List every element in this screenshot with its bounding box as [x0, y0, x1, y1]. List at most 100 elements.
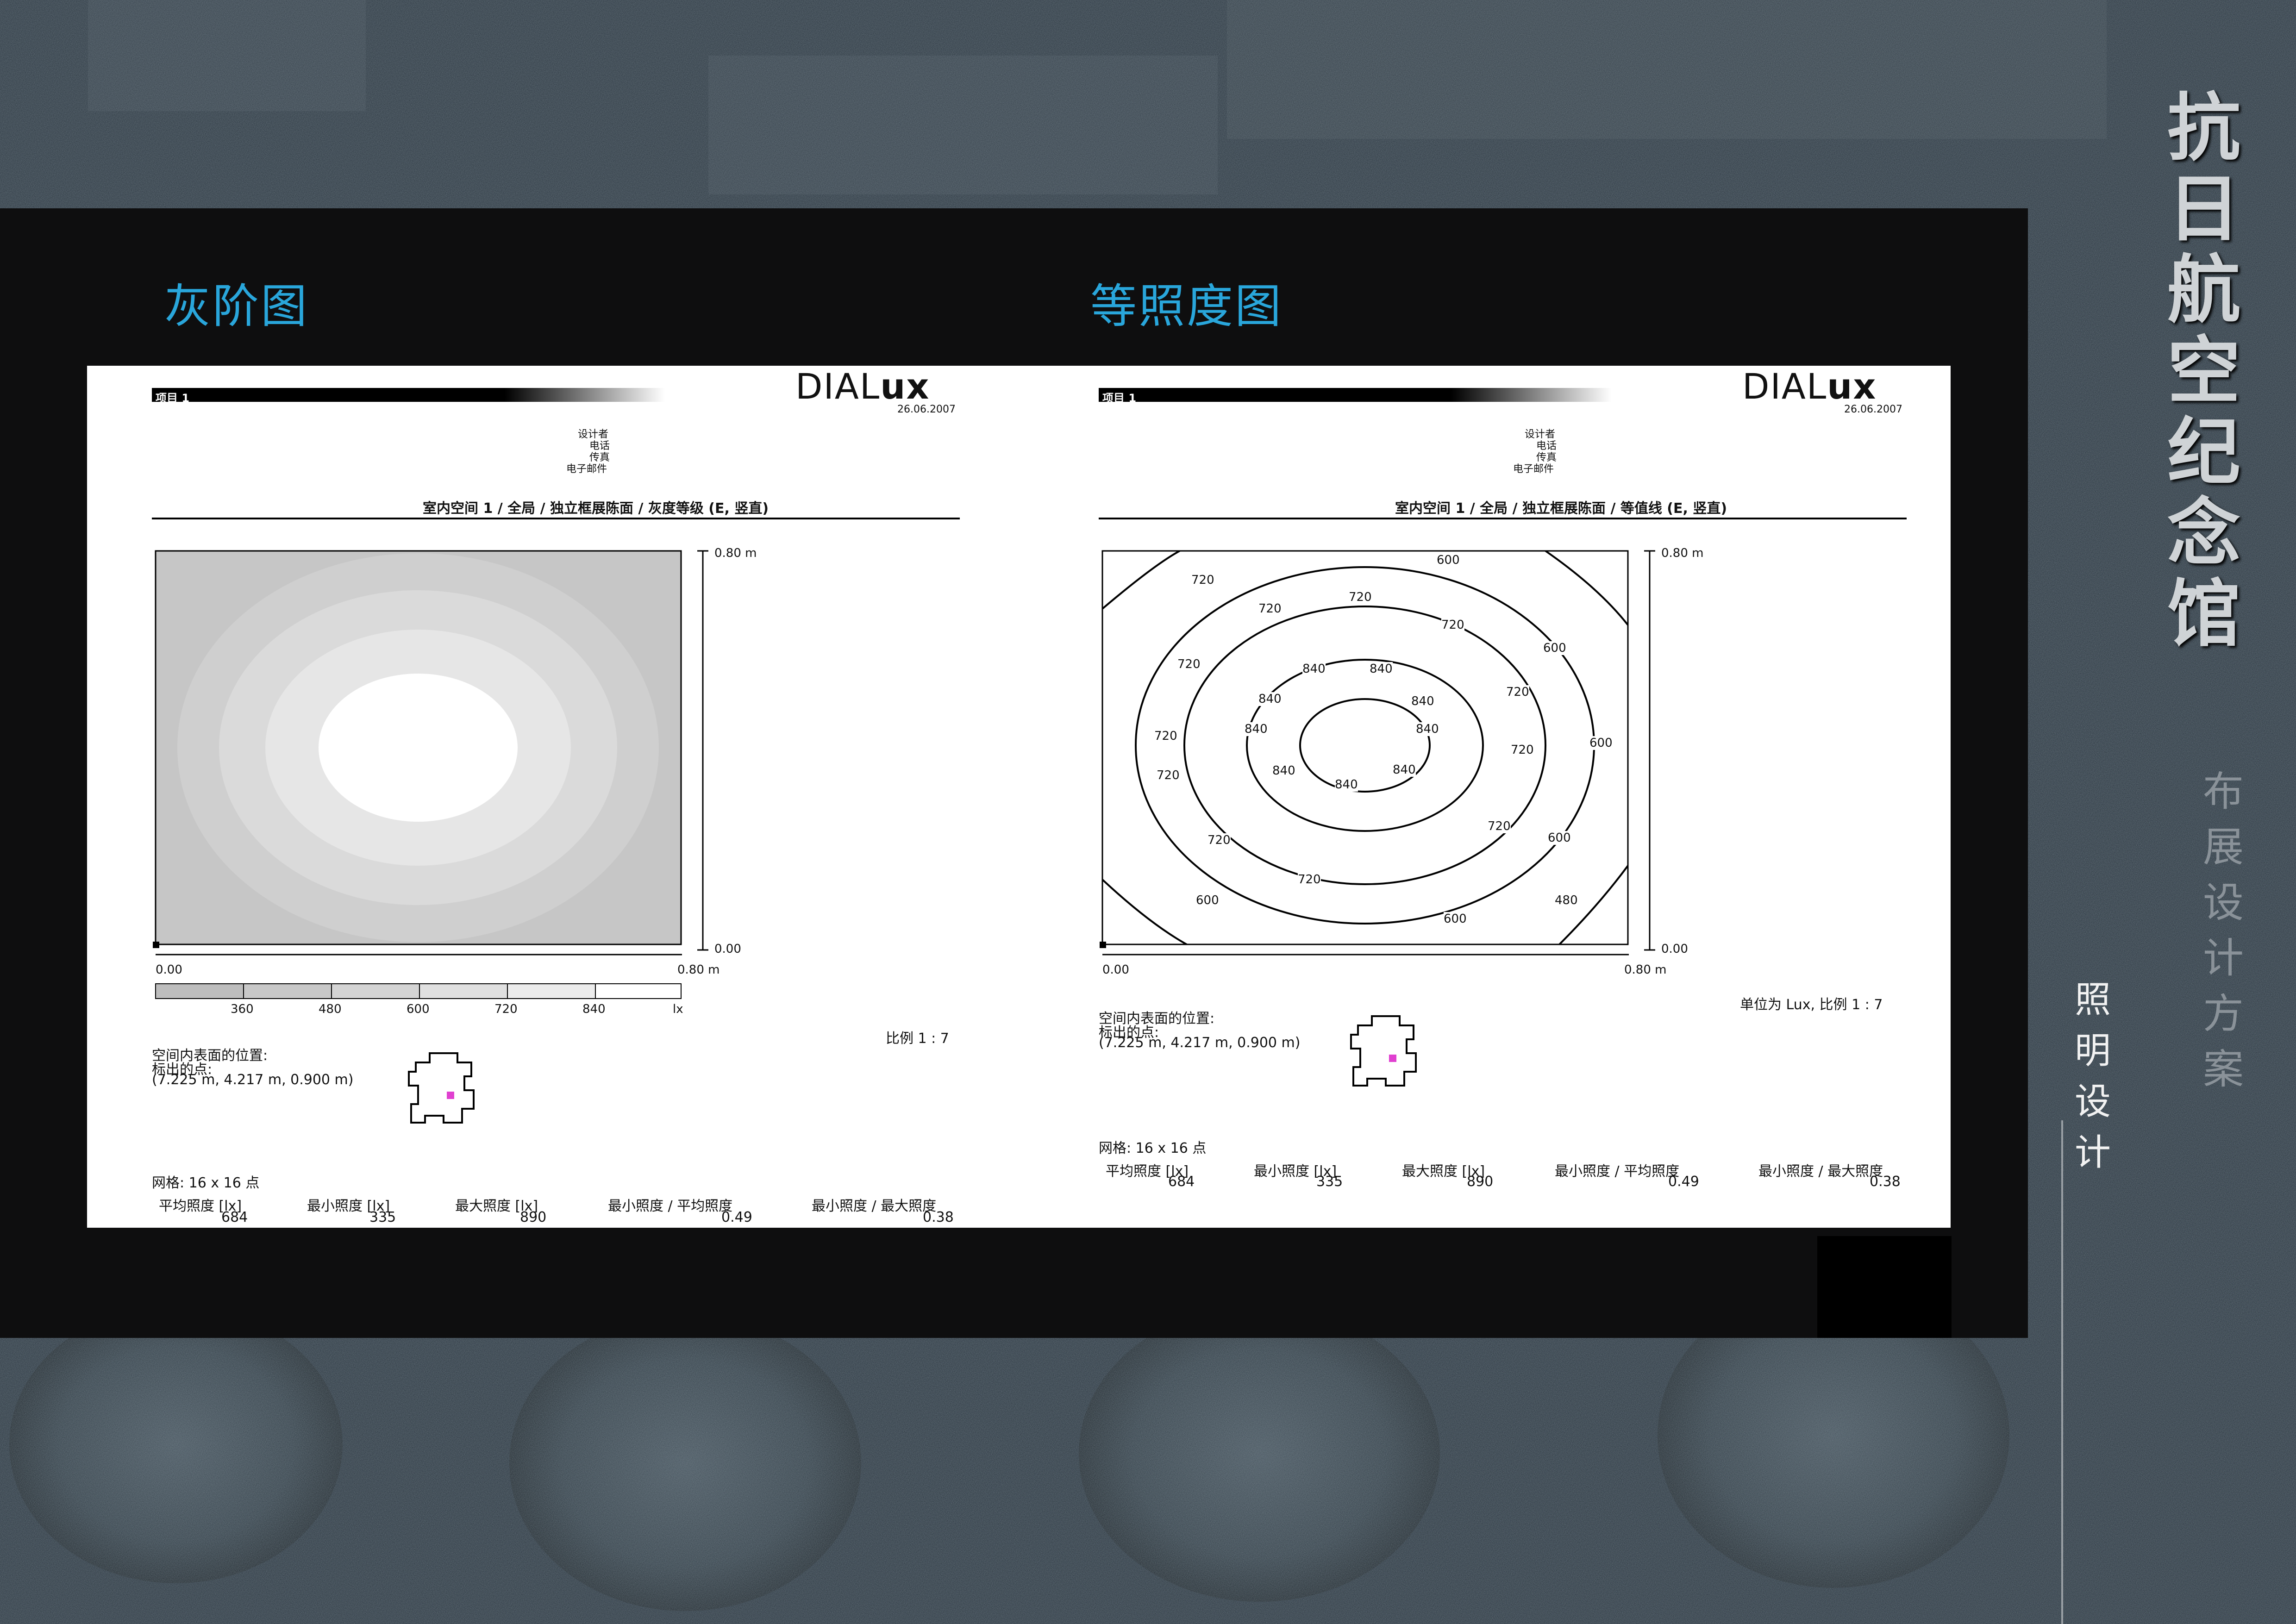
subtitle-char: 计: [2202, 934, 2244, 982]
contour-label: 480: [1555, 893, 1578, 907]
stat-value-min: 335: [1316, 1174, 1343, 1190]
contour-label: 840: [1302, 662, 1326, 676]
legend-value-600: 600: [407, 1002, 430, 1016]
axis-zero-bottom: 0.00: [156, 963, 182, 977]
museum-title-char: 航: [2167, 248, 2240, 333]
lighting-design-label: 照 明 设 计: [2070, 974, 2116, 1178]
marked-point-icon: [1389, 1055, 1396, 1062]
header-bar: [1099, 388, 1740, 402]
grid-label: 网格: 16 x 16 点: [152, 1175, 260, 1191]
section-divider-line: [2061, 1120, 2063, 1624]
room-outline-icon: [1350, 1015, 1417, 1087]
isolux-section-title: 等照度图: [1090, 279, 1283, 333]
logo-part-a: DIAL: [1742, 366, 1827, 407]
contour-label: 600: [1589, 736, 1613, 750]
grayscale-plot: [153, 550, 682, 948]
contour-label: 600: [1444, 912, 1467, 926]
stat-value-min-avg: 0.49: [721, 1209, 752, 1225]
report-date: 26.06.2007: [1844, 404, 1902, 415]
isolux-plot: [1100, 550, 1629, 948]
contour-label: 720: [1506, 685, 1529, 699]
subtitle-char: 方: [2202, 990, 2244, 1037]
contour-label: 840: [1416, 722, 1439, 736]
section-char: 计: [2074, 1132, 2111, 1174]
report-heading: 室内空间 1 / 全局 / 独立框展陈面 / 灰度等级 (E, 竖直): [423, 500, 769, 517]
grayscale-report-graphics: [152, 388, 960, 1124]
subtitle-char: 布: [2202, 768, 2244, 815]
grayscale-legend-bar: [155, 983, 682, 999]
museum-title-char: 纪: [2167, 410, 2240, 495]
legend-value-720: 720: [494, 1002, 518, 1016]
axis-zero-bottom: 0.00: [1102, 963, 1129, 977]
contour-label: 720: [1207, 833, 1231, 847]
stat-value-max: 890: [1467, 1174, 1494, 1190]
marked-point-coords: (7.225 m, 4.217 m, 0.900 m): [1099, 1035, 1301, 1051]
scale-label: 比例 1 : 7: [886, 1031, 949, 1047]
report-date: 26.06.2007: [897, 404, 956, 415]
contour-label: 720: [1349, 590, 1372, 604]
stat-value-min-max: 0.38: [923, 1209, 954, 1225]
dialux-report-sheet: 项目 1 DIALux 26.06.2007 设计者 电话 传真 电子邮件 室内…: [87, 366, 1951, 1228]
stat-label-min-max: 最小照度 / 最大照度: [1758, 1163, 1883, 1180]
axis-right-bottom: 0.80 m: [677, 963, 720, 977]
contour-label: 840: [1258, 692, 1282, 706]
contact-email: 电子邮件: [566, 463, 607, 475]
stat-value-max: 890: [520, 1209, 547, 1225]
contour-label: 600: [1437, 553, 1460, 567]
stat-value-avg: 684: [1168, 1174, 1195, 1190]
report-heading: 室内空间 1 / 全局 / 独立框展陈面 / 等值线 (E, 竖直): [1395, 500, 1727, 517]
room-outline-icon: [408, 1052, 475, 1124]
axis-zero-right: 0.00: [714, 942, 741, 956]
contact-email: 电子邮件: [1513, 463, 1554, 475]
contour-label: 720: [1157, 768, 1180, 782]
stat-value-avg: 684: [221, 1209, 248, 1225]
stat-label-min-avg: 最小照度 / 平均照度: [608, 1198, 733, 1214]
logo-part-b: ux: [1827, 366, 1877, 407]
contour-label: 600: [1543, 641, 1566, 655]
axis-zero-right: 0.00: [1661, 942, 1688, 956]
stat-label-min-avg: 最小照度 / 平均照度: [1555, 1163, 1680, 1180]
corner-block: [1817, 1236, 1952, 1338]
contour-label: 720: [1154, 729, 1177, 743]
axis-top-label: 0.80 m: [714, 546, 757, 560]
marked-point-icon: [447, 1092, 454, 1099]
contour-label: 840: [1411, 694, 1434, 708]
stat-value-min-max: 0.38: [1870, 1174, 1901, 1190]
project-label: 项目 1: [1102, 392, 1137, 405]
contour-label: 720: [1488, 819, 1511, 833]
section-char: 明: [2074, 1030, 2111, 1072]
legend-value-480: 480: [319, 1002, 342, 1016]
contour-label: 720: [1177, 657, 1201, 671]
contour-label: 720: [1441, 618, 1464, 632]
stat-value-min-avg: 0.49: [1668, 1174, 1699, 1190]
contour-label: 720: [1511, 743, 1534, 757]
subtitle-char: 案: [2202, 1045, 2244, 1093]
subtitle-char: 展: [2202, 823, 2244, 871]
contour-label: 600: [1548, 831, 1571, 845]
contour-label: 600: [1196, 893, 1219, 907]
legend-value-840: 840: [582, 1002, 606, 1016]
axis-top-label: 0.80 m: [1661, 546, 1704, 560]
museum-title-char: 抗: [2167, 86, 2240, 171]
contour-label: 840: [1272, 764, 1295, 778]
stat-value-min: 335: [369, 1209, 396, 1225]
project-label: 项目 1: [156, 392, 190, 405]
isolux-report-graphics: [1099, 388, 1907, 1087]
legend-unit: lx: [673, 1002, 683, 1016]
marked-point-coords: (7.225 m, 4.217 m, 0.900 m): [152, 1072, 354, 1088]
logo-part-a: DIAL: [795, 366, 881, 407]
grid-label: 网格: 16 x 16 点: [1099, 1140, 1207, 1156]
museum-title-char: 念: [2167, 491, 2240, 576]
contour-label: 840: [1393, 763, 1416, 777]
legend-value-360: 360: [231, 1002, 254, 1016]
isolux-report: 项目 1 DIALux 26.06.2007 设计者 电话 传真 电子邮件 室内…: [1099, 366, 1932, 1228]
contour-label: 840: [1335, 778, 1358, 792]
header-bar: [152, 388, 793, 402]
contour-label: 720: [1258, 602, 1282, 616]
design-proposal-subtitle: 布 展 设 计 方 案: [2196, 764, 2251, 1097]
contour-label: 840: [1370, 662, 1393, 676]
grayscale-report: 项目 1 DIALux 26.06.2007 设计者 电话 传真 电子邮件 室内…: [152, 366, 985, 1228]
grayscale-section-title: 灰阶图: [164, 279, 309, 333]
stat-label-min-max: 最小照度 / 最大照度: [812, 1198, 937, 1214]
dialux-logo: DIALux: [1742, 366, 1877, 407]
